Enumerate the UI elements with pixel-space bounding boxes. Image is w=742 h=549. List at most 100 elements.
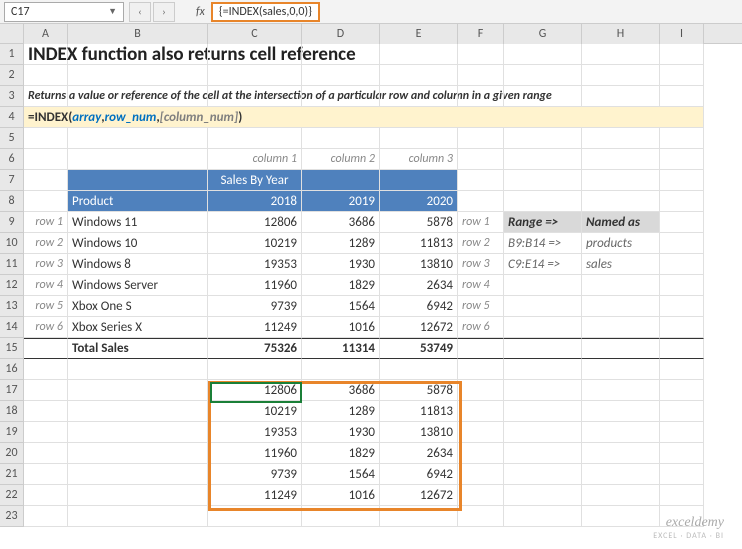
cell[interactable] bbox=[660, 422, 704, 443]
data-cell[interactable]: 6942 bbox=[380, 296, 458, 317]
cell[interactable] bbox=[458, 128, 504, 149]
result-cell[interactable]: 1016 bbox=[302, 485, 380, 506]
cell[interactable] bbox=[660, 233, 704, 254]
cell[interactable] bbox=[68, 443, 208, 464]
cell[interactable] bbox=[68, 149, 208, 170]
col-header-year[interactable]: 2018 bbox=[208, 191, 302, 212]
cell[interactable] bbox=[582, 149, 660, 170]
result-cell[interactable]: 1829 bbox=[302, 443, 380, 464]
row-tag[interactable]: row 1 bbox=[458, 212, 504, 233]
cell[interactable] bbox=[302, 128, 380, 149]
result-cell[interactable]: 13810 bbox=[380, 422, 458, 443]
cell[interactable] bbox=[660, 170, 704, 191]
cell[interactable] bbox=[208, 86, 302, 107]
row-tag[interactable]: row 2 bbox=[24, 233, 68, 254]
cell[interactable]: 53749 bbox=[380, 338, 458, 359]
result-cell[interactable]: 1289 bbox=[302, 401, 380, 422]
row-tag[interactable]: row 5 bbox=[458, 296, 504, 317]
cell[interactable] bbox=[208, 128, 302, 149]
cell[interactable] bbox=[660, 380, 704, 401]
cell[interactable] bbox=[504, 149, 582, 170]
row-header[interactable]: 14 bbox=[0, 317, 24, 338]
cell[interactable] bbox=[504, 191, 582, 212]
cell[interactable] bbox=[68, 44, 208, 65]
cell[interactable] bbox=[68, 485, 208, 506]
row-tag[interactable]: row 4 bbox=[24, 275, 68, 296]
table-header[interactable]: Sales By Year bbox=[208, 170, 302, 191]
increase-icon[interactable]: › bbox=[153, 2, 175, 22]
cell[interactable] bbox=[582, 44, 660, 65]
range-ref[interactable]: C9:E14 => bbox=[504, 254, 582, 275]
row-header[interactable]: 10 bbox=[0, 233, 24, 254]
cell[interactable] bbox=[504, 128, 582, 149]
data-cell[interactable]: 9739 bbox=[208, 296, 302, 317]
result-cell[interactable]: 9739 bbox=[208, 464, 302, 485]
cell[interactable] bbox=[504, 86, 582, 107]
cell[interactable] bbox=[302, 506, 380, 527]
cell[interactable] bbox=[458, 485, 504, 506]
cell[interactable] bbox=[208, 44, 302, 65]
cell[interactable] bbox=[582, 338, 660, 359]
cell[interactable] bbox=[380, 359, 458, 380]
result-cell[interactable]: 1564 bbox=[302, 464, 380, 485]
result-cell[interactable]: 2634 bbox=[380, 443, 458, 464]
data-cell[interactable]: 12672 bbox=[380, 317, 458, 338]
row-header[interactable]: 23 bbox=[0, 506, 24, 527]
dropdown-icon[interactable]: ▼ bbox=[108, 6, 117, 17]
cell[interactable] bbox=[582, 191, 660, 212]
cell[interactable] bbox=[660, 464, 704, 485]
cell[interactable] bbox=[458, 338, 504, 359]
col-header[interactable]: D bbox=[302, 24, 380, 44]
cell[interactable] bbox=[458, 422, 504, 443]
data-cell[interactable]: 5878 bbox=[380, 212, 458, 233]
cell[interactable] bbox=[24, 422, 68, 443]
row-header[interactable]: 3 bbox=[0, 86, 24, 107]
cell[interactable] bbox=[302, 65, 380, 86]
row-tag[interactable]: row 4 bbox=[458, 275, 504, 296]
cell[interactable] bbox=[504, 44, 582, 65]
cell[interactable] bbox=[68, 422, 208, 443]
cell[interactable] bbox=[660, 359, 704, 380]
cell[interactable] bbox=[660, 212, 704, 233]
row-header[interactable]: 22 bbox=[0, 485, 24, 506]
col-header[interactable]: E bbox=[380, 24, 458, 44]
cell[interactable] bbox=[380, 170, 458, 191]
cell[interactable] bbox=[458, 65, 504, 86]
result-cell[interactable]: 12672 bbox=[380, 485, 458, 506]
row-tag[interactable]: row 6 bbox=[458, 317, 504, 338]
col-header-year[interactable]: 2019 bbox=[302, 191, 380, 212]
product-name[interactable]: Windows 10 bbox=[68, 233, 208, 254]
data-cell[interactable]: 11960 bbox=[208, 275, 302, 296]
col-tag[interactable]: column 2 bbox=[302, 149, 380, 170]
row-header[interactable]: 1 bbox=[0, 44, 24, 65]
row-header[interactable]: 5 bbox=[0, 128, 24, 149]
cell[interactable] bbox=[458, 191, 504, 212]
cell[interactable] bbox=[24, 443, 68, 464]
row-header[interactable]: 19 bbox=[0, 422, 24, 443]
col-header[interactable]: H bbox=[582, 24, 660, 44]
result-cell[interactable]: 6942 bbox=[380, 464, 458, 485]
product-name[interactable]: Xbox Series X bbox=[68, 317, 208, 338]
cell[interactable] bbox=[504, 422, 582, 443]
cell[interactable] bbox=[582, 422, 660, 443]
result-cell[interactable]: 11960 bbox=[208, 443, 302, 464]
col-header-product[interactable]: Product bbox=[68, 191, 208, 212]
cell[interactable] bbox=[458, 149, 504, 170]
data-cell[interactable]: 10219 bbox=[208, 233, 302, 254]
range-header[interactable]: Range => bbox=[504, 212, 582, 233]
cell[interactable] bbox=[504, 506, 582, 527]
cell[interactable] bbox=[24, 506, 68, 527]
select-all-corner[interactable] bbox=[0, 24, 24, 44]
cell[interactable] bbox=[582, 86, 660, 107]
col-header[interactable]: I bbox=[660, 24, 704, 44]
result-cell[interactable]: 12806 bbox=[208, 380, 302, 401]
col-header[interactable]: G bbox=[504, 24, 582, 44]
cell[interactable] bbox=[302, 86, 380, 107]
cell[interactable] bbox=[582, 359, 660, 380]
cell[interactable] bbox=[68, 65, 208, 86]
row-header[interactable]: 6 bbox=[0, 149, 24, 170]
row-tag[interactable]: row 5 bbox=[24, 296, 68, 317]
result-cell[interactable]: 11813 bbox=[380, 401, 458, 422]
result-cell[interactable]: 11249 bbox=[208, 485, 302, 506]
cell[interactable] bbox=[24, 149, 68, 170]
